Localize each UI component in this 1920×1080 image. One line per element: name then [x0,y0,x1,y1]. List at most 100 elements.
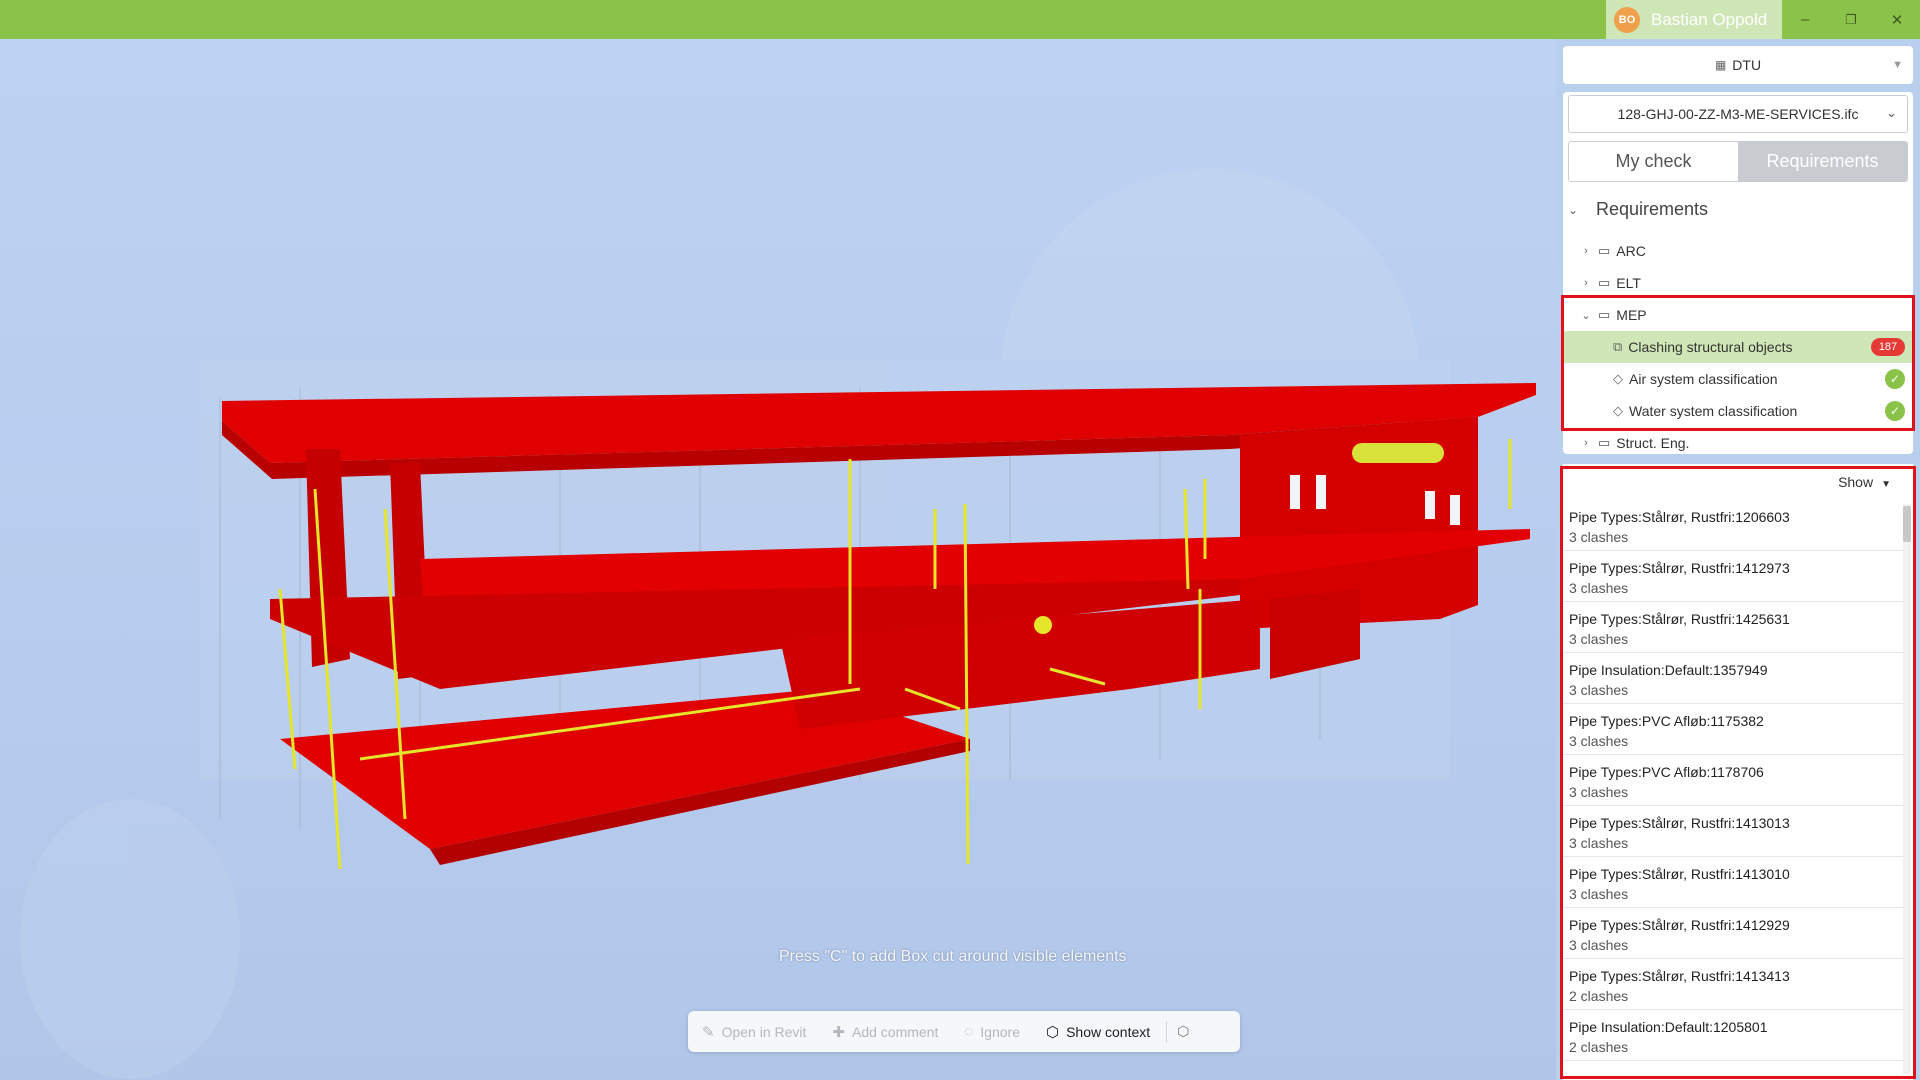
tree-item-air-system-classification[interactable]: ◇ Air system classification ✓ [1563,363,1913,395]
list-item[interactable]: Pipe Insulation:Default:1205801 2 clashes [1563,1010,1903,1061]
clash-count: 2 clashes [1569,1039,1629,1055]
chevron-right-icon: › [1584,437,1588,449]
clash-element-name: Pipe Insulation:Default:1205801 [1569,1019,1768,1035]
clash-count: 3 clashes [1569,937,1629,953]
minimize-button[interactable]: – [1782,0,1828,39]
clash-count: 2 clashes [1569,988,1629,1004]
tag-icon: ◇ [1613,403,1623,418]
workspace-select[interactable]: ▦ DTU ▼ [1563,46,1913,84]
chevron-down-icon: ▼ [1892,59,1903,71]
box-cut-hint: Press "C" to add Box cut around visible … [779,948,1127,965]
list-item[interactable]: Pipe Types:Stålrør, Rustfri:1412929 3 cla… [1563,908,1903,959]
scrollbar-thumb[interactable] [1903,506,1911,542]
tree-item-water-system-classification[interactable]: ◇ Water system classification ✓ [1563,395,1913,427]
eye-off-icon: ◌ [964,1023,974,1040]
view-tabs: My check Requirements [1568,141,1908,182]
model-viewport[interactable]: ✎ Open in Revit ✚ Add comment ◌ Ignore ⬡… [0,39,1556,1080]
tree-item-label: Clashing structural objects [1628,339,1793,355]
tree-folder-elt[interactable]: › ▭ ELT [1580,267,1910,299]
folder-icon: ▭ [1598,435,1611,450]
tree-root-label: Requirements [1596,199,1709,219]
right-panel: ▦ DTU ▼ 128-GHJ-00-ZZ-M3-ME-SERVICES.ifc… [1556,39,1920,1080]
toolbar-divider [1166,1020,1168,1043]
clash-element-name: Pipe Types:Stålrør, Rustfri:1413010 [1569,866,1790,882]
chevron-down-icon: ⌄ [1886,105,1897,120]
workspace-value: DTU [1732,57,1762,73]
list-item[interactable]: Pipe Insulation:Default:1357949 3 clashes [1563,653,1903,704]
tab-my-check[interactable]: My check [1569,142,1738,181]
results-header: Show ▼ [1563,464,1913,500]
cube-icon: ⬡ [1045,1023,1060,1041]
title-bar: BO Bastian Oppold – ❐ ✕ [0,0,1920,39]
folder-icon: ▭ [1598,275,1611,290]
clash-element-name: Pipe Types:Stålrør, Rustfri:1413013 [1569,815,1790,831]
clash-count: 3 clashes [1569,580,1629,596]
clash-results-card: Show ▼ Pipe Types:Stålrør, Rustfri:120660… [1563,464,1913,1080]
avatar: BO [1614,6,1640,33]
clash-element-name: Pipe Types:Stålrør, Rustfri:1425631 [1569,611,1790,627]
clash-count-badge: 187 [1871,338,1905,356]
tab-requirements[interactable]: Requirements [1738,142,1907,181]
open-in-revit-button[interactable]: ✎ Open in Revit [702,1023,806,1041]
ghost-shape [20,799,240,1079]
clash-list: Pipe Types:Stålrør, Rustfri:1206603 3 cla… [1563,500,1903,1061]
clash-count: 3 clashes [1569,733,1629,749]
list-item[interactable]: Pipe Types:Stålrør, Rustfri:1413010 3 cla… [1563,857,1903,908]
list-item[interactable]: Pipe Types:PVC Afløb:1178706 3 clashes [1563,755,1903,806]
building-model-render[interactable] [0,39,1556,1080]
show-dropdown[interactable]: Show ▼ [1838,474,1891,490]
tree-item-label: Air system classification [1629,371,1778,387]
list-item[interactable]: Pipe Types:Stålrør, Rustfri:1206603 3 cla… [1563,500,1903,551]
tree-folder-mep[interactable]: ⌄ ▭ MEP [1580,299,1910,331]
list-item[interactable]: Pipe Types:Stålrør, Rustfri:1425631 3 cla… [1563,602,1903,653]
building-icon: ▦ [1714,58,1727,72]
clash-element-name: Pipe Types:Stålrør, Rustfri:1206603 [1569,509,1790,525]
clash-toolbar: ✎ Open in Revit ✚ Add comment ◌ Ignore ⬡… [688,1011,1240,1052]
close-button[interactable]: ✕ [1874,0,1920,39]
folder-label: MEP [1616,307,1647,323]
folder-icon: ▭ [1598,243,1611,258]
list-item[interactable]: Pipe Types:Stålrør, Rustfri:1412973 3 cla… [1563,551,1903,602]
chevron-down-icon: ⌄ [1581,309,1591,322]
chevron-right-icon: › [1584,245,1588,257]
file-select[interactable]: 128-GHJ-00-ZZ-M3-ME-SERVICES.ifc ⌄ [1568,95,1908,133]
add-comment-button[interactable]: ✚ Add comment [832,1023,938,1041]
file-value: 128-GHJ-00-ZZ-M3-ME-SERVICES.ifc [1617,106,1859,122]
folder-label: ELT [1616,275,1641,291]
clash-element-name: Pipe Insulation:Default:1357949 [1569,662,1768,678]
scrollbar[interactable] [1903,504,1911,1074]
tree-folder-struct-eng[interactable]: › ▭ Struct. Eng. [1580,427,1910,459]
show-context-button[interactable]: ⬡ Show context [1046,1023,1150,1041]
clash-icon: ⧉ [1613,339,1623,354]
show-context-label: Show context [1066,1023,1151,1040]
show-label: Show [1838,474,1874,490]
list-item[interactable]: Pipe Types:Stålrør, Rustfri:1413413 2 cla… [1563,959,1903,1010]
tag-icon: ◇ [1613,371,1623,386]
clash-count: 3 clashes [1569,529,1629,545]
tree-item-label: Water system classification [1629,403,1798,419]
list-item[interactable]: Pipe Types:PVC Afløb:1175382 3 clashes [1563,704,1903,755]
duct-segment[interactable] [1352,443,1444,463]
add-comment-label: Add comment [851,1023,939,1040]
chevron-down-icon: ⌄ [1568,202,1579,217]
clash-count: 3 clashes [1569,682,1629,698]
view-cube-icon[interactable]: ⬡ [1177,1023,1189,1040]
user-account[interactable]: BO Bastian Oppold [1606,0,1782,39]
ignore-button[interactable]: ◌ Ignore [964,1023,1020,1040]
pipe-end[interactable] [1034,616,1052,634]
check-icon: ✓ [1885,401,1905,421]
clash-count: 3 clashes [1569,886,1629,902]
list-item[interactable]: Pipe Types:Stålrør, Rustfri:1413013 3 cla… [1563,806,1903,857]
tree-folder-arc[interactable]: › ▭ ARC [1580,235,1910,267]
external-edit-icon: ✎ [702,1023,715,1041]
folder-label: Struct. Eng. [1616,435,1690,451]
caret-down-icon: ▼ [1881,479,1891,490]
restore-button[interactable]: ❐ [1828,0,1874,39]
clash-element-name: Pipe Types:Stålrør, Rustfri:1413413 [1569,968,1790,984]
check-icon: ✓ [1885,369,1905,389]
clash-count: 3 clashes [1569,835,1629,851]
clash-element-name: Pipe Types:PVC Afløb:1178706 [1569,764,1764,780]
tree-root-requirements[interactable]: ⌄ Requirements [1568,199,1708,220]
user-name: Bastian Oppold [1651,9,1768,29]
tree-item-clashing-structural-objects[interactable]: ⧉ Clashing structural objects 187 [1563,331,1913,363]
